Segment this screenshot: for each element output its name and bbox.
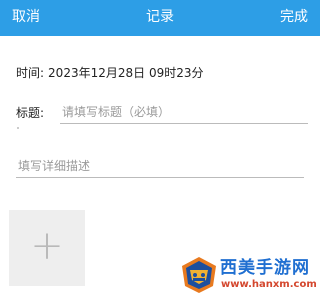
add-photo-button[interactable]: + (9, 210, 85, 286)
description-input[interactable] (16, 157, 304, 178)
page-title: 记录 (146, 9, 174, 25)
time-row: 时间: 2023年12月28日 09时23分 (16, 65, 203, 81)
title-label: 标题: (16, 106, 45, 120)
time-label: 时间: (16, 66, 45, 80)
plus-icon: + (30, 223, 64, 269)
title-input[interactable] (60, 103, 308, 124)
divider-dot (17, 127, 19, 129)
watermark: 西美手游网 www.hanxm.com (178, 254, 318, 294)
top-bar: 取消 记录 完成 (0, 0, 320, 36)
title-row: 标题: (16, 103, 308, 125)
time-value[interactable]: 2023年12月28日 09时23分 (48, 66, 203, 80)
watermark-url: www.hanxm.com (221, 279, 317, 290)
watermark-brand: 西美手游网 (220, 258, 310, 278)
watermark-logo-icon (182, 257, 216, 293)
done-button[interactable]: 完成 (280, 8, 308, 26)
